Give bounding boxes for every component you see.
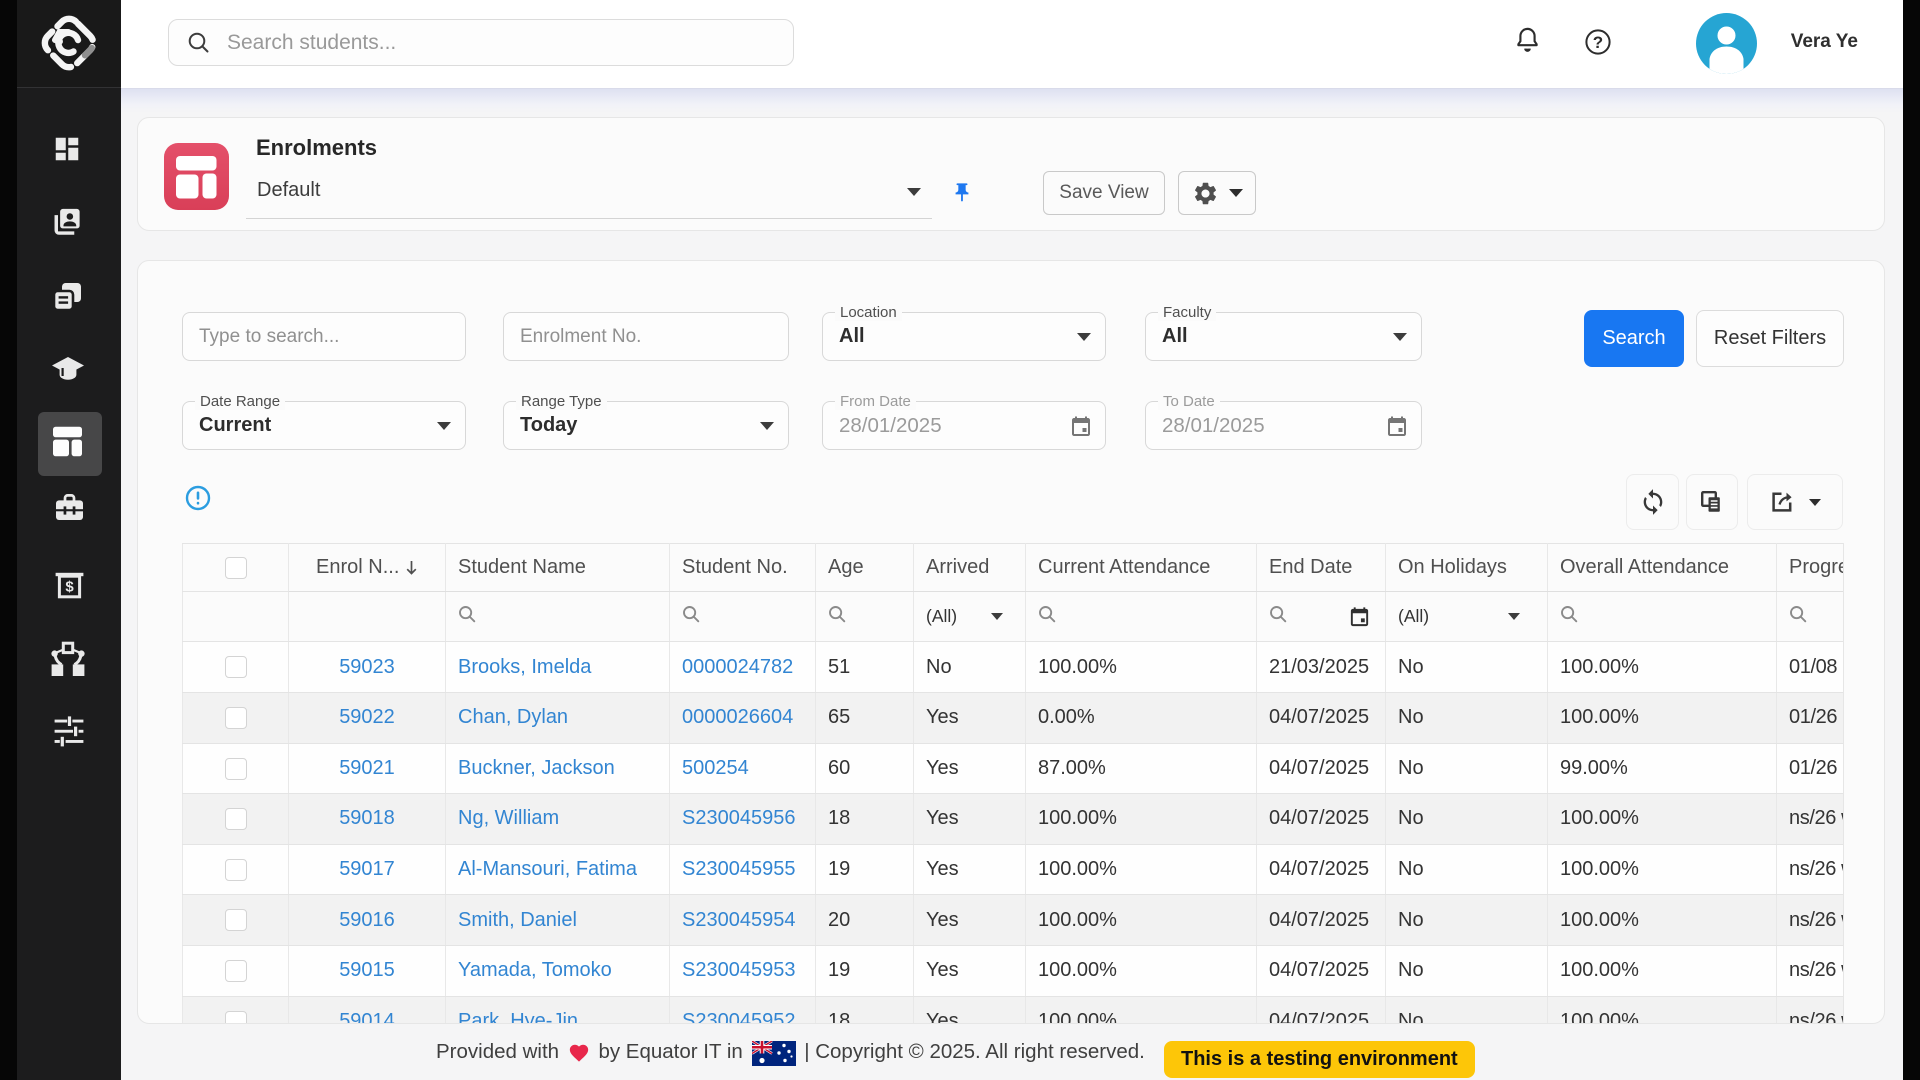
svg-text:?: ?	[1593, 33, 1603, 52]
svg-text:$: $	[65, 579, 74, 596]
